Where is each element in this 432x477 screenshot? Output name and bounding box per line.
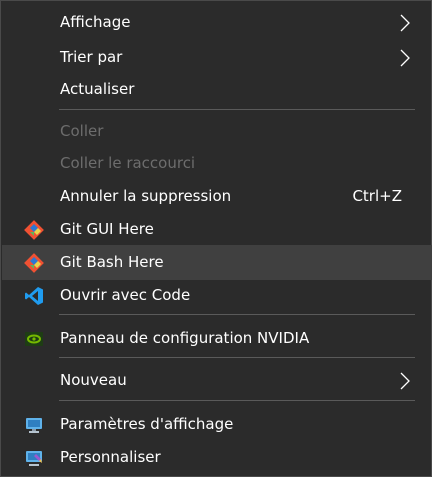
- menu-item-actualiser[interactable]: Actualiser: [2, 72, 432, 107]
- menu-item-label: Ouvrir avec Code: [60, 286, 191, 304]
- chevron-right-icon: [400, 14, 410, 32]
- vscode-icon: [25, 287, 43, 305]
- menu-item-label: Paramètres d'affichage: [60, 415, 234, 433]
- menu-item-label: Trier par: [60, 48, 123, 66]
- personalize-icon: [26, 451, 42, 466]
- menu-item-label: Annuler la suppression: [60, 187, 232, 205]
- menu-item-coller-raccourci: Coller le raccourci: [2, 146, 432, 181]
- menu-item-nvidia[interactable]: Panneau de configuration NVIDIA: [2, 321, 432, 356]
- menu-item-personnaliser[interactable]: Personnaliser: [2, 440, 432, 475]
- menu-item-label: Panneau de configuration NVIDIA: [60, 329, 310, 347]
- menu-item-label: Coller le raccourci: [60, 154, 196, 172]
- chevron-right-icon: [400, 49, 410, 67]
- menu-separator: [59, 357, 415, 358]
- menu-separator: [59, 314, 415, 315]
- menu-item-label: Personnaliser: [60, 448, 161, 466]
- menu-separator: [59, 400, 415, 401]
- chevron-right-icon: [400, 372, 410, 390]
- menu-item-affichage[interactable]: Affichage: [2, 5, 432, 40]
- menu-item-parametres-affichage[interactable]: Paramètres d'affichage: [2, 407, 432, 442]
- menu-item-ouvrir-code[interactable]: Ouvrir avec Code: [2, 278, 432, 313]
- menu-separator: [59, 109, 415, 110]
- nvidia-icon: [25, 332, 43, 346]
- menu-item-annuler-suppression[interactable]: Annuler la suppression Ctrl+Z: [2, 179, 432, 214]
- git-gui-icon: [24, 220, 44, 240]
- menu-item-git-bash[interactable]: Git Bash Here: [2, 245, 432, 280]
- menu-item-nouveau[interactable]: Nouveau: [2, 363, 432, 398]
- menu-item-label: Affichage: [60, 13, 131, 31]
- menu-item-label: Git GUI Here: [60, 220, 154, 238]
- display-settings-icon: [26, 418, 42, 433]
- menu-item-label: Nouveau: [60, 371, 127, 389]
- menu-item-git-gui[interactable]: Git GUI Here: [2, 212, 432, 247]
- git-bash-icon: [24, 253, 44, 273]
- menu-item-coller: Coller: [2, 114, 432, 149]
- shortcut-text: Ctrl+Z: [352, 187, 402, 205]
- menu-item-label: Actualiser: [60, 80, 135, 98]
- menu-item-label: Git Bash Here: [60, 253, 164, 271]
- menu-item-trier-par[interactable]: Trier par: [2, 40, 432, 75]
- context-menu: Affichage Trier par Actualiser Coller Co…: [0, 0, 432, 477]
- menu-item-label: Coller: [60, 122, 104, 140]
